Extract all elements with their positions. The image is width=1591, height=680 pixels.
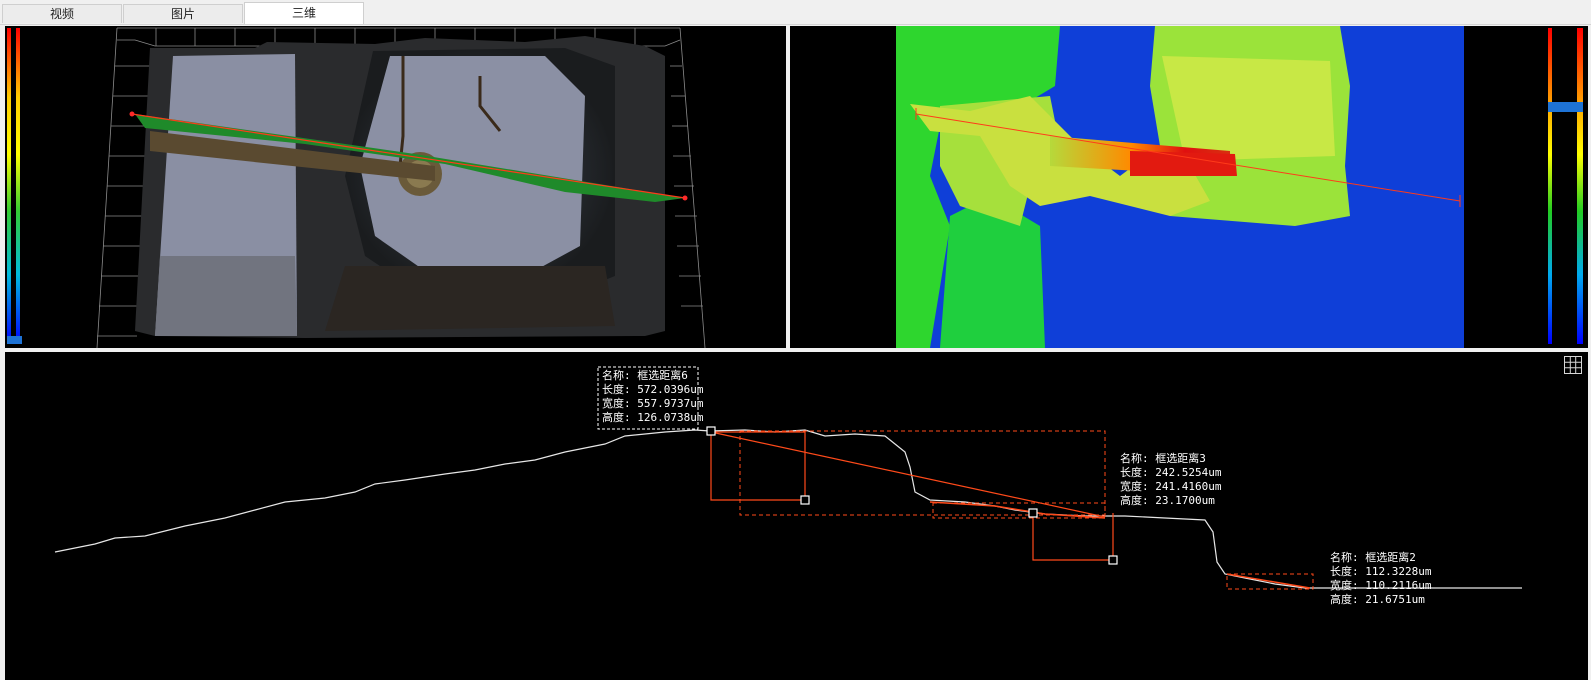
tab-3d[interactable]: 三维 (244, 2, 364, 24)
height-map-view[interactable] (790, 26, 1588, 348)
measurement-3-label: 名称: 框选距离3 长度: 242.5254um 宽度: 241.4160um … (1120, 452, 1221, 508)
label-length-value: 112.3228um (1365, 565, 1432, 578)
label-name-value: 框选距离6 (637, 369, 688, 382)
profile-curve (54, 429, 1522, 589)
label-height-key: 高度: (1330, 593, 1359, 606)
measure-point-end (682, 195, 688, 201)
label-name-key: 名称: (1330, 551, 1359, 564)
label-width-value: 241.4160um (1155, 480, 1222, 493)
measure-point-start (129, 111, 135, 117)
handle-3-end (1108, 555, 1118, 565)
label-height-value: 21.6751um (1365, 593, 1425, 606)
label-width-key: 宽度: (1330, 579, 1359, 592)
3d-surface-view[interactable] (5, 26, 786, 348)
label-length-key: 长度: (1120, 466, 1149, 479)
color-scale-slider-icon[interactable] (1548, 28, 1583, 344)
label-name-key: 名称: (602, 369, 631, 382)
handle-6-start (706, 426, 716, 436)
label-length-key: 长度: (1330, 565, 1359, 578)
tab-bar: 视频 图片 三维 (0, 0, 1591, 25)
label-height-key: 高度: (602, 411, 631, 424)
label-height-value: 126.0738um (637, 411, 704, 424)
tab-video[interactable]: 视频 (2, 4, 122, 23)
color-scale-icon[interactable] (7, 28, 22, 344)
label-name-value: 框选距离3 (1155, 452, 1206, 465)
label-width-value: 557.9737um (637, 397, 704, 410)
grid-icon[interactable] (1564, 356, 1582, 374)
label-length-value: 242.5254um (1155, 466, 1222, 479)
handle-3-start (1028, 508, 1038, 518)
measurement-6-overlay (710, 430, 1106, 519)
tab-image[interactable]: 图片 (123, 4, 243, 23)
label-length-value: 572.0396um (637, 383, 704, 396)
measure-handles[interactable] (706, 426, 1118, 565)
measurement-2-overlay (1226, 573, 1314, 590)
measurement-6-label: 名称: 框选距离6 长度: 572.0396um 宽度: 557.9737um … (602, 369, 703, 425)
label-width-key: 宽度: (602, 397, 631, 410)
label-width-key: 宽度: (1120, 480, 1149, 493)
label-width-value: 110.2116um (1365, 579, 1432, 592)
handle-6-end (800, 495, 810, 505)
label-height-key: 高度: (1120, 494, 1149, 507)
label-name-value: 框选距离2 (1365, 551, 1416, 564)
label-length-key: 长度: (602, 383, 631, 396)
label-name-key: 名称: (1120, 452, 1149, 465)
label-height-value: 23.1700um (1155, 494, 1215, 507)
profile-view[interactable]: 名称: 框选距离6 长度: 572.0396um 宽度: 557.9737um … (5, 352, 1588, 680)
measurement-2-label: 名称: 框选距离2 长度: 112.3228um 宽度: 110.2116um … (1330, 551, 1431, 607)
